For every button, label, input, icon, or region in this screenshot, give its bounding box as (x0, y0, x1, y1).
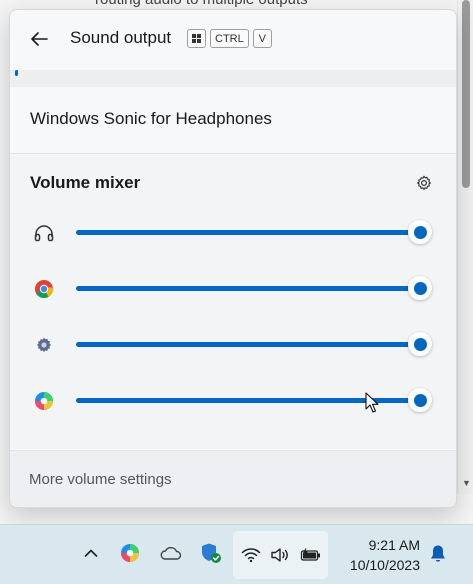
slider-track (76, 230, 416, 235)
clock-date: 10/10/2023 (349, 557, 420, 573)
show-hidden-icons-button[interactable] (81, 543, 101, 563)
volume-slider-headphones[interactable] (76, 213, 433, 253)
battery-status (299, 544, 323, 566)
settings-app-button[interactable] (32, 333, 56, 357)
kbd-ctrl: CTRL (210, 29, 249, 48)
slider-track (76, 342, 416, 347)
taskbar: 9:21 AM 10/10/2023 (0, 524, 473, 584)
back-button[interactable] (26, 26, 52, 52)
taskbar-defender[interactable] (199, 541, 223, 565)
windows-key-icon (187, 29, 206, 48)
back-arrow-icon (31, 32, 48, 46)
taskbar-edge-dev[interactable] (119, 542, 141, 564)
defender-icon (202, 543, 221, 563)
gear-icon (417, 175, 431, 190)
mouse-cursor-icon (365, 392, 379, 413)
headphones-button[interactable] (32, 221, 56, 245)
background-text: routing audio to multiple outputs (95, 0, 308, 8)
taskbar-onedrive[interactable] (159, 543, 183, 563)
slider-thumb[interactable] (408, 332, 432, 356)
headphones-icon (34, 225, 54, 242)
slider-thumb[interactable] (408, 220, 432, 244)
keyboard-shortcut: CTRL V (187, 29, 272, 48)
edge-dev-button[interactable] (32, 389, 56, 413)
notification-center-button[interactable] (428, 543, 448, 565)
onedrive-icon (160, 546, 182, 560)
notification-bell-icon (431, 545, 445, 562)
volume-mixer-title: Volume mixer (30, 173, 141, 192)
scrollbar-thumb[interactable] (462, 0, 470, 188)
flyout-header: Sound output CTRL V (10, 10, 456, 66)
background-scrollbar[interactable]: ▼ (457, 0, 473, 494)
chrome-button[interactable] (32, 277, 56, 301)
spatial-sound-label: Windows Sonic for Headphones (30, 109, 272, 128)
volume-slider-settings[interactable] (76, 325, 433, 365)
device-list-strip[interactable] (10, 70, 456, 87)
volume-mixer: Volume mixer (10, 155, 456, 449)
volume-slider-chrome[interactable] (76, 269, 433, 309)
sound-output-flyout: Sound output CTRL V Windows Sonic for He… (9, 9, 457, 508)
settings-app-icon (36, 337, 52, 353)
slider-thumb[interactable] (408, 388, 432, 412)
volume-status (270, 544, 292, 566)
kbd-v: V (252, 29, 272, 48)
flyout-footer: More volume settings (10, 450, 456, 507)
wifi-icon (241, 548, 261, 563)
quick-settings-button[interactable] (233, 531, 328, 579)
mixer-row-edge (10, 381, 456, 421)
mixer-row-settings (10, 325, 456, 365)
chrome-icon (35, 280, 54, 299)
selected-indicator (15, 70, 18, 76)
clock-time: 9:21 AM (368, 537, 420, 553)
battery-icon (300, 548, 320, 561)
edge-dev-icon (121, 544, 139, 562)
spatial-sound-option[interactable]: Windows Sonic for Headphones (10, 88, 456, 154)
mixer-settings-button[interactable] (414, 173, 434, 193)
mixer-row-chrome (10, 269, 456, 309)
edge-dev-icon (35, 392, 53, 410)
chevron-up-icon (84, 549, 98, 557)
mixer-row-headphones (10, 213, 456, 253)
slider-thumb[interactable] (408, 276, 432, 300)
taskbar-clock[interactable]: 9:21 AM 10/10/2023 (338, 535, 420, 575)
more-volume-settings-link[interactable]: More volume settings (29, 471, 172, 488)
wifi-status (240, 544, 262, 566)
scroll-down-arrow-icon[interactable]: ▼ (462, 478, 471, 488)
slider-track (76, 286, 416, 291)
page-title: Sound output (70, 28, 172, 47)
volume-slider-edge[interactable] (76, 381, 433, 421)
speaker-icon (271, 548, 288, 562)
